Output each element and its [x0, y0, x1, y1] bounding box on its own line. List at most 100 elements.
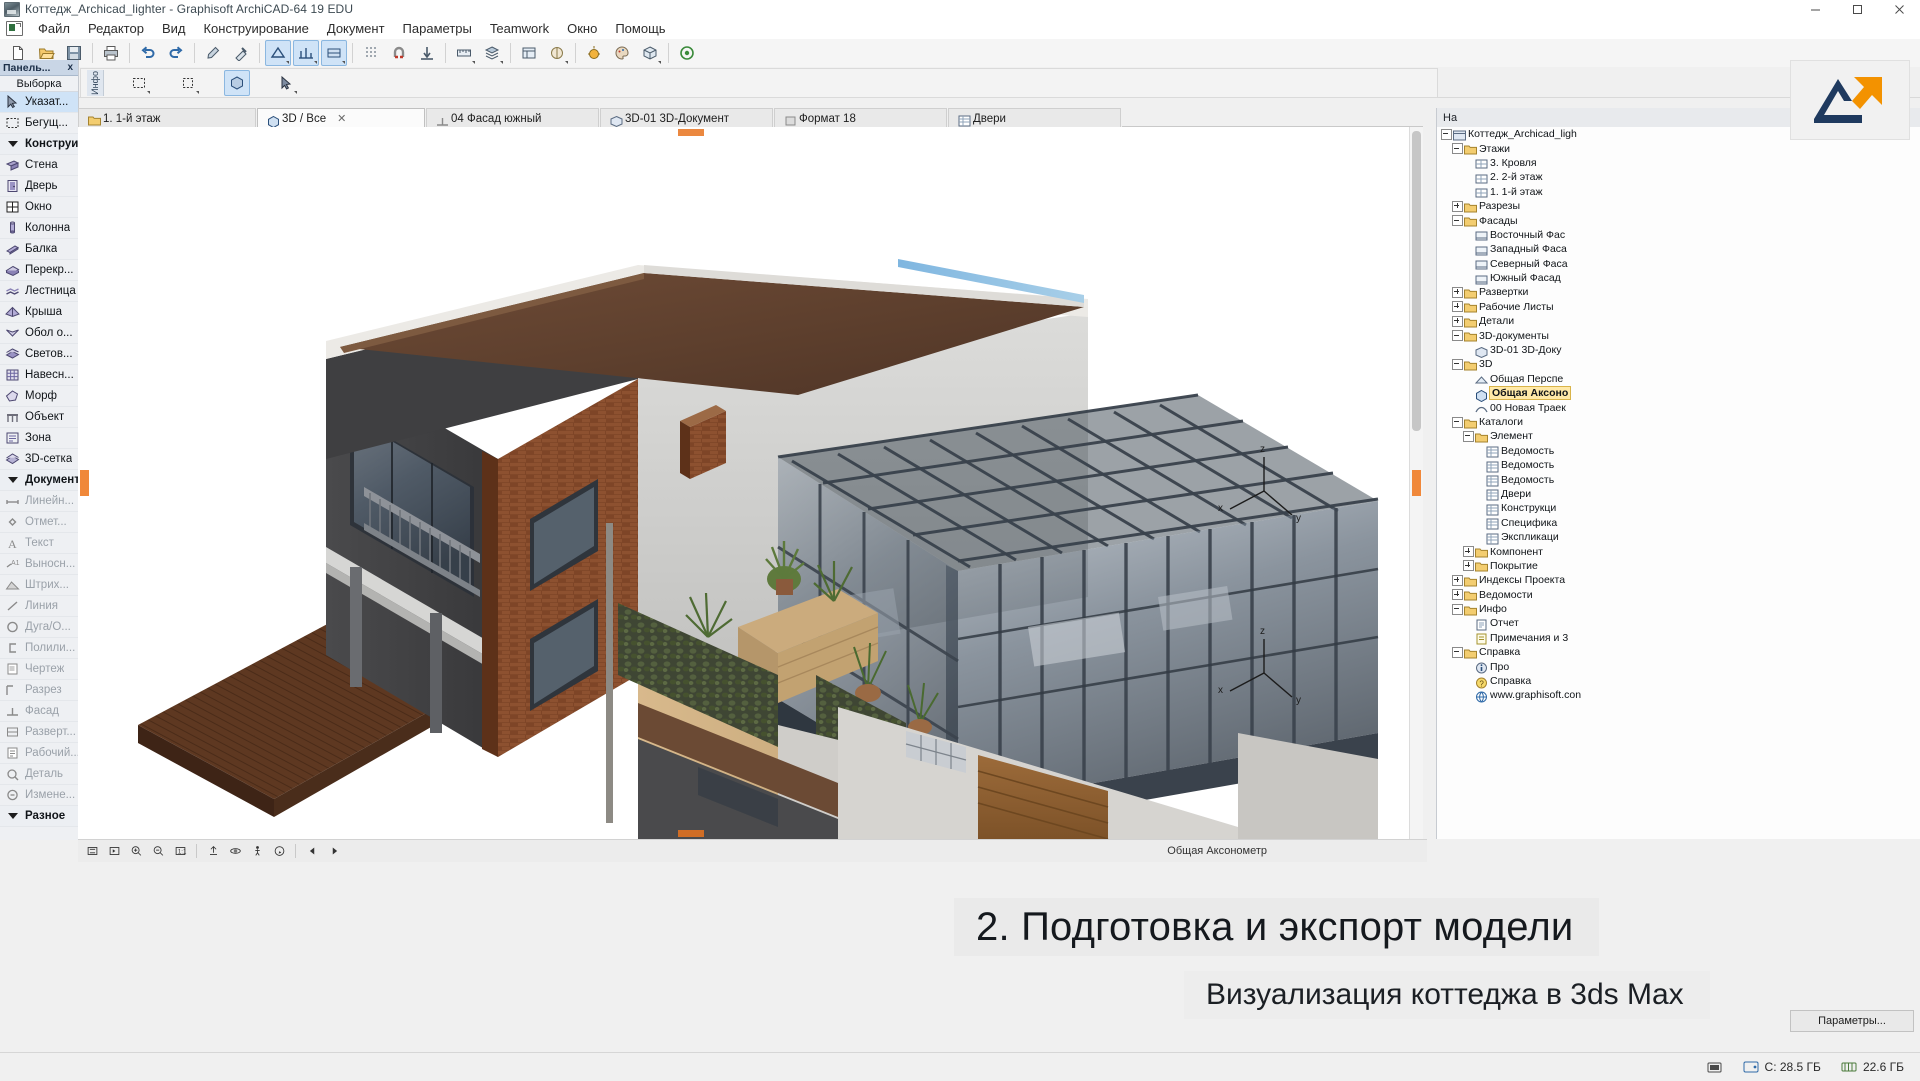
navigator-item[interactable]: Про	[1437, 659, 1920, 674]
dimension-tool-icon[interactable]	[265, 40, 291, 66]
tab-doc3d01[interactable]: 3D-01 3D-Документ	[600, 108, 773, 128]
tool-wall[interactable]: Стена	[0, 155, 78, 176]
tree-toggle-plus-icon[interactable]	[1452, 301, 1463, 313]
tool-section[interactable]: Разрез	[0, 680, 78, 701]
nav-prev-button[interactable]	[302, 841, 322, 861]
tree-toggle-minus-icon[interactable]	[1452, 330, 1463, 342]
tree-toggle-minus-icon[interactable]	[1452, 416, 1463, 428]
tool-arrow-pointer[interactable]: Указат...	[0, 92, 78, 113]
teamwork-status-icon[interactable]	[674, 40, 700, 66]
tool-column[interactable]: Колонна	[0, 218, 78, 239]
tree-toggle-minus-icon[interactable]	[1463, 430, 1474, 442]
tab-facade04[interactable]: 04 Фасад южный	[426, 108, 599, 128]
minimize-button[interactable]	[1794, 0, 1836, 18]
navigator-item[interactable]: Покрытие	[1437, 559, 1920, 573]
maximize-button[interactable]	[1836, 0, 1878, 18]
tool-zone[interactable]: Зона	[0, 428, 78, 449]
undo-icon[interactable]	[135, 40, 161, 66]
navigator-item[interactable]: Ведомость	[1437, 444, 1920, 458]
nav-next-button[interactable]	[324, 841, 344, 861]
tool-stair[interactable]: Лестница	[0, 281, 78, 302]
navigator-item[interactable]: 00 Новая Траек	[1437, 400, 1920, 414]
menu-item-file[interactable]: Файл	[29, 19, 79, 38]
tree-toggle-plus-icon[interactable]	[1452, 315, 1463, 327]
3d-viewport[interactable]: z x y z x y	[78, 127, 1423, 839]
tree-toggle-minus-icon[interactable]	[1452, 646, 1463, 658]
navigator-item[interactable]: Элемент	[1437, 429, 1920, 443]
grid-snap-icon[interactable]	[358, 40, 384, 66]
tool-polyline[interactable]: Полили...	[0, 638, 78, 659]
tree-toggle-minus-icon[interactable]	[1452, 215, 1463, 227]
gravity-icon[interactable]	[414, 40, 440, 66]
navigator-item[interactable]: ? Справка	[1437, 674, 1920, 689]
tool-fill[interactable]: Штрих...	[0, 575, 78, 596]
navigator-item[interactable]: Примечания и 3	[1437, 631, 1920, 645]
menu-item-teamwork[interactable]: Teamwork	[481, 19, 558, 38]
redo-icon[interactable]	[163, 40, 189, 66]
tool-door[interactable]: Дверь	[0, 176, 78, 197]
zoom-previous-button[interactable]	[104, 841, 124, 861]
navigator-item[interactable]: Отчет	[1437, 616, 1920, 631]
tool-slab[interactable]: Перекр...	[0, 260, 78, 281]
navigator-params-button[interactable]: Параметры...	[1790, 1010, 1914, 1032]
model-view-icon[interactable]	[516, 40, 542, 66]
navigator-item[interactable]: 3D-документы	[1437, 328, 1920, 342]
navigator-item[interactable]: Южный Фасад	[1437, 271, 1920, 285]
navigator-item[interactable]: Инфо	[1437, 602, 1920, 616]
navigator-item[interactable]: Западный Фаса	[1437, 242, 1920, 256]
menu-item-help[interactable]: Помощь	[606, 19, 674, 38]
navigator-item[interactable]: Ведомости	[1437, 588, 1920, 602]
navigator-item[interactable]: Этажи	[1437, 141, 1920, 155]
close-button[interactable]	[1878, 0, 1920, 18]
tree-toggle-plus-icon[interactable]	[1452, 589, 1463, 601]
menu-item-design[interactable]: Конструирование	[194, 19, 317, 38]
tool-palette-close-icon[interactable]: x	[65, 62, 75, 73]
tool-arc[interactable]: Дуга/О...	[0, 617, 78, 638]
tool-interior-elev[interactable]: Разверт...	[0, 722, 78, 743]
marquee-mode-icon[interactable]	[126, 70, 152, 96]
tab-close-icon[interactable]: ✕	[337, 112, 346, 125]
tree-toggle-minus-icon[interactable]	[1441, 128, 1452, 140]
navigator-item[interactable]: Двери	[1437, 487, 1920, 501]
pan-button[interactable]	[203, 841, 223, 861]
tree-toggle-plus-icon[interactable]	[1463, 546, 1474, 558]
navigator-item[interactable]: Общая Аксоно	[1437, 386, 1920, 402]
tool-elevation[interactable]: Фасад	[0, 701, 78, 722]
tree-toggle-plus-icon[interactable]	[1452, 286, 1463, 298]
navigator-item[interactable]: Специфика	[1437, 516, 1920, 530]
tree-toggle-minus-icon[interactable]	[1452, 143, 1463, 155]
info-box-tab[interactable]: Инфо	[87, 70, 104, 96]
right-hotspot-tab-icon[interactable]	[1412, 470, 1421, 496]
fit-in-window-button[interactable]	[82, 841, 102, 861]
tool-skylight[interactable]: Светов...	[0, 344, 78, 365]
tool-group-misc[interactable]: Разное	[0, 806, 78, 827]
marquee-3d-icon[interactable]	[224, 70, 250, 96]
left-hotspot-tab-icon[interactable]	[80, 470, 89, 496]
navigator-item[interactable]: www.graphisoft.con	[1437, 688, 1920, 703]
navigator-item[interactable]: Экспликаци	[1437, 530, 1920, 545]
syringe-icon[interactable]	[228, 40, 254, 66]
tab-format18[interactable]: Формат 18	[774, 108, 947, 128]
navigator-item[interactable]: 2. 2-й этаж	[1437, 170, 1920, 184]
navigator-item[interactable]: Детали	[1437, 314, 1920, 328]
tool-morph[interactable]: Морф	[0, 386, 78, 407]
navigator-item[interactable]: Конструкци	[1437, 501, 1920, 516]
tool-worksheet[interactable]: Рабочий...	[0, 743, 78, 764]
navigator-item[interactable]: Фасады	[1437, 213, 1920, 227]
menu-item-view[interactable]: Вид	[153, 19, 195, 38]
tool-window[interactable]: Окно	[0, 197, 78, 218]
menu-item-window[interactable]: Окно	[558, 19, 606, 38]
tool-text[interactable]: A Текст	[0, 533, 78, 554]
navigator-item[interactable]: Общая Перспе	[1437, 372, 1920, 386]
tool-group-design[interactable]: Конструирс	[0, 134, 78, 155]
print-icon[interactable]	[98, 40, 124, 66]
tree-toggle-plus-icon[interactable]	[1452, 574, 1463, 586]
scrollbar-thumb[interactable]	[1412, 131, 1421, 431]
palette-icon[interactable]	[609, 40, 635, 66]
navigator-item[interactable]: 1. 1-й этаж	[1437, 185, 1920, 199]
tool-line[interactable]: Линия	[0, 596, 78, 617]
tool-curtainwall[interactable]: Навесн...	[0, 365, 78, 386]
zoom-in-button[interactable]	[126, 841, 146, 861]
3d-window-icon[interactable]	[637, 40, 663, 66]
marquee-single-icon[interactable]	[175, 70, 201, 96]
